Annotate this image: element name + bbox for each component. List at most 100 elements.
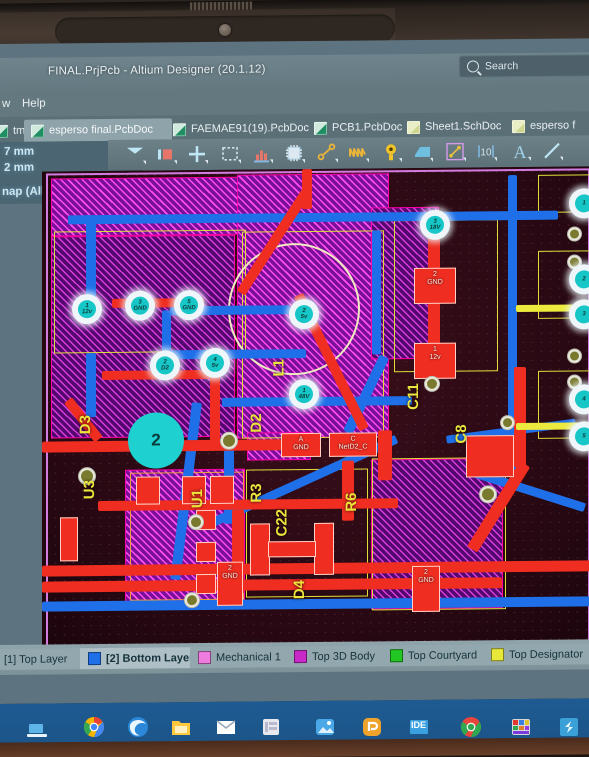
component-designator[interactable]: R3: [248, 483, 265, 502]
dropdown-caret-icon[interactable]: [302, 159, 305, 164]
menu-item-view[interactable]: w: [2, 98, 10, 110]
dropdown-caret-icon[interactable]: [494, 157, 497, 162]
smd-pad[interactable]: [196, 573, 216, 595]
layer-tab-5[interactable]: Top Designator: [483, 643, 589, 666]
place-region-icon[interactable]: [219, 143, 241, 165]
task-view-icon[interactable]: [23, 713, 50, 740]
place-arc-icon[interactable]: [541, 140, 563, 162]
keepout-outline: [54, 229, 246, 354]
component-designator[interactable]: C22: [273, 509, 290, 537]
dropdown-caret-icon[interactable]: [238, 159, 241, 164]
google-chrome-icon[interactable]: [80, 713, 107, 740]
smd-pad[interactable]: [268, 540, 316, 558]
microsoft-edge-icon[interactable]: [124, 713, 151, 740]
dropdown-caret-icon[interactable]: [205, 160, 208, 165]
dropdown-caret-icon[interactable]: [143, 160, 146, 165]
pad-designator: 1: [582, 200, 586, 207]
pad-designator: 3 18V: [429, 218, 441, 231]
pad-designator: 1 48V: [298, 388, 310, 401]
document-tab-2[interactable]: FAEMAE91(19).PcbDoc: [166, 117, 314, 140]
component-designator[interactable]: C8: [453, 424, 470, 443]
dropdown-caret-icon[interactable]: [174, 160, 177, 165]
altium-designer-icon[interactable]: [555, 713, 582, 740]
through-hole-pad[interactable]: 1 12v: [414, 342, 456, 380]
through-hole-pad[interactable]: 2 GND: [217, 561, 243, 606]
place-string-icon[interactable]: A: [509, 140, 531, 162]
photos-icon[interactable]: [311, 713, 338, 740]
place-track-icon[interactable]: [316, 142, 338, 164]
menu-item-help[interactable]: Help: [22, 98, 46, 110]
place-pad-icon[interactable]: [186, 143, 208, 165]
layer-color-swatch: [294, 650, 307, 664]
component-designator[interactable]: D2: [248, 413, 265, 432]
pin-pad[interactable]: 2 5v: [289, 298, 319, 330]
dropdown-caret-icon[interactable]: [366, 158, 369, 163]
place-dimension-icon[interactable]: 10: [475, 140, 497, 162]
pin-pad[interactable]: 1 12v: [72, 294, 102, 325]
document-tab-1[interactable]: esperso final.PcbDoc: [24, 118, 172, 142]
place-via-icon[interactable]: [380, 141, 402, 163]
mail-icon[interactable]: [212, 713, 239, 740]
through-hole-pad[interactable]: A GND: [281, 432, 321, 458]
document-tab-5[interactable]: esperso f: [505, 114, 589, 137]
file-explorer-icon[interactable]: [167, 713, 194, 740]
pin-pad[interactable]: 3 GND: [125, 290, 155, 321]
dropdown-caret-icon[interactable]: [430, 157, 433, 162]
component-designator[interactable]: D3: [77, 415, 94, 434]
dropdown-caret-icon[interactable]: [270, 159, 273, 164]
place-polygon-pour-icon[interactable]: [155, 143, 177, 165]
smd-pad[interactable]: [250, 523, 270, 576]
place-via-array-icon[interactable]: [251, 142, 273, 164]
pad-designator: 5 GND: [182, 299, 196, 312]
smd-pad[interactable]: [314, 522, 334, 575]
component-designator[interactable]: R6: [343, 492, 360, 511]
pad-copper: 4: [574, 390, 589, 409]
pin-pad[interactable]: 4 5v: [200, 347, 230, 379]
smd-pad[interactable]: [196, 541, 216, 563]
smd-pad[interactable]: [466, 435, 514, 478]
component-designator[interactable]: C11: [405, 383, 422, 410]
dropdown-caret-icon[interactable]: [335, 158, 338, 163]
foxit-reader-icon[interactable]: [358, 713, 385, 740]
pad-copper: 5: [574, 427, 589, 446]
document-tab-3[interactable]: PCB1.PcbDoc: [307, 116, 407, 139]
place-solid-region-icon[interactable]: [411, 141, 433, 163]
place-interactive-routing-icon[interactable]: [347, 141, 369, 163]
component-designator[interactable]: D4: [291, 580, 308, 599]
document-tab-label: esperso final.PcbDoc: [49, 123, 153, 137]
through-hole-pad[interactable]: 2 GND: [414, 267, 456, 305]
through-hole-pad[interactable]: C NetD2_C: [329, 432, 377, 457]
component-designator[interactable]: L1: [270, 359, 287, 377]
place-fill-icon[interactable]: [124, 144, 146, 166]
pad-number: 2: [424, 568, 428, 576]
pad-designator: 4 5v: [211, 356, 219, 369]
place-line-icon[interactable]: [444, 141, 466, 163]
pin-pad[interactable]: 3 18V: [420, 209, 450, 240]
dropdown-caret-icon[interactable]: [560, 156, 563, 161]
chrome-beta-icon[interactable]: [457, 713, 484, 740]
winrar-icon[interactable]: [507, 713, 534, 740]
dropdown-caret-icon[interactable]: [463, 157, 466, 162]
ide-icon[interactable]: IDE: [405, 713, 432, 740]
large-round-pad[interactable]: 2: [128, 412, 184, 469]
layer-tab-label: [1] Top Layer: [4, 652, 68, 666]
dropdown-caret-icon[interactable]: [528, 156, 531, 161]
pin-pad[interactable]: 5 GND: [174, 290, 204, 321]
through-hole-pad[interactable]: 2 GND: [412, 565, 440, 613]
search-input[interactable]: Search: [459, 54, 589, 78]
pin-pad[interactable]: 2 D2: [150, 350, 180, 381]
layer-tab-1[interactable]: [2] Bottom Layer: [80, 647, 207, 670]
readout-line-2: 2 mm: [4, 161, 35, 174]
document-tab-4[interactable]: Sheet1.SchDoc: [400, 115, 510, 138]
smd-pad[interactable]: [210, 475, 234, 504]
pin-pad[interactable]: 1 48V: [289, 378, 319, 410]
smd-pad[interactable]: [60, 517, 78, 562]
pcb-design-canvas[interactable]: 2GND 112v AGND CNetD2_C 2GND 2GND: [42, 166, 589, 650]
place-component-icon[interactable]: [283, 142, 305, 164]
component-designator[interactable]: U1: [189, 489, 206, 508]
onenote-icon[interactable]: [257, 713, 284, 740]
smd-pad[interactable]: [136, 476, 160, 505]
dropdown-caret-icon[interactable]: [399, 158, 402, 163]
component-designator[interactable]: U3: [81, 480, 98, 499]
layer-tab-label: Top Designator: [509, 647, 583, 661]
